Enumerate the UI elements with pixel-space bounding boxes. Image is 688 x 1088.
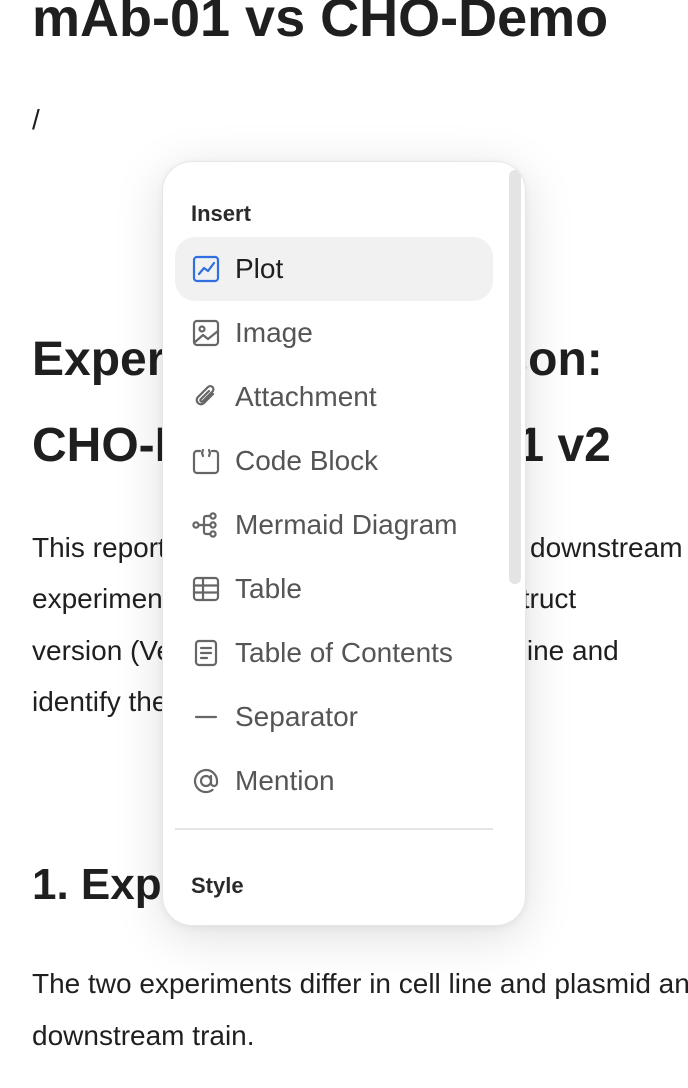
menu-item-table[interactable]: Table: [175, 557, 493, 621]
paragraph-line: downstream train.: [32, 1020, 255, 1051]
menu-item-plot[interactable]: Plot: [175, 237, 493, 301]
chart-icon: [191, 254, 221, 284]
menu-item-label: Separator: [235, 701, 358, 732]
toc-icon: [191, 638, 221, 668]
menu-item-mention[interactable]: Mention: [175, 749, 493, 813]
menu-item-label: Mention: [235, 765, 335, 796]
menu-item-label: Image: [235, 317, 313, 348]
menu-item-label: Mermaid Diagram: [235, 509, 458, 540]
menu-item-code-block[interactable]: Code Block: [175, 429, 493, 493]
menu-item-mermaid-diagram[interactable]: Mermaid Diagram: [175, 493, 493, 557]
menu-item-separator[interactable]: Separator: [175, 685, 493, 749]
slash-command-text[interactable]: /: [32, 102, 40, 138]
table-icon: [191, 574, 221, 604]
menu-item-label: Table of Contents: [235, 637, 453, 668]
code-block-icon: [191, 446, 221, 476]
menu-scrollbar-thumb[interactable]: [509, 170, 521, 584]
paperclip-icon: [191, 382, 221, 412]
at-icon: [191, 766, 221, 796]
menu-divider: [175, 828, 493, 830]
insert-section-label: Insert: [191, 201, 251, 226]
diagram-icon: [191, 510, 221, 540]
menu-scrollbar[interactable]: [509, 170, 521, 917]
menu-item-label: Attachment: [235, 381, 377, 412]
menu-item-image[interactable]: Image: [175, 301, 493, 365]
paragraph-line: The two experiments differ in cell line …: [32, 968, 688, 999]
menu-item-label: Code Block: [235, 445, 379, 476]
menu-item-attachment[interactable]: Attachment: [175, 365, 493, 429]
menu-item-label: Plot: [235, 253, 284, 284]
menu-item-table-of-contents[interactable]: Table of Contents: [175, 621, 493, 685]
image-icon: [191, 318, 221, 348]
document-title[interactable]: mAb-01 vs CHO-Demo: [32, 0, 608, 50]
style-section-label: Style: [191, 873, 244, 898]
slash-command-menu[interactable]: Insert Plot Image Attachment Code Block …: [162, 161, 526, 926]
menu-item-label: Table: [235, 573, 302, 604]
separator-icon: [191, 702, 221, 732]
